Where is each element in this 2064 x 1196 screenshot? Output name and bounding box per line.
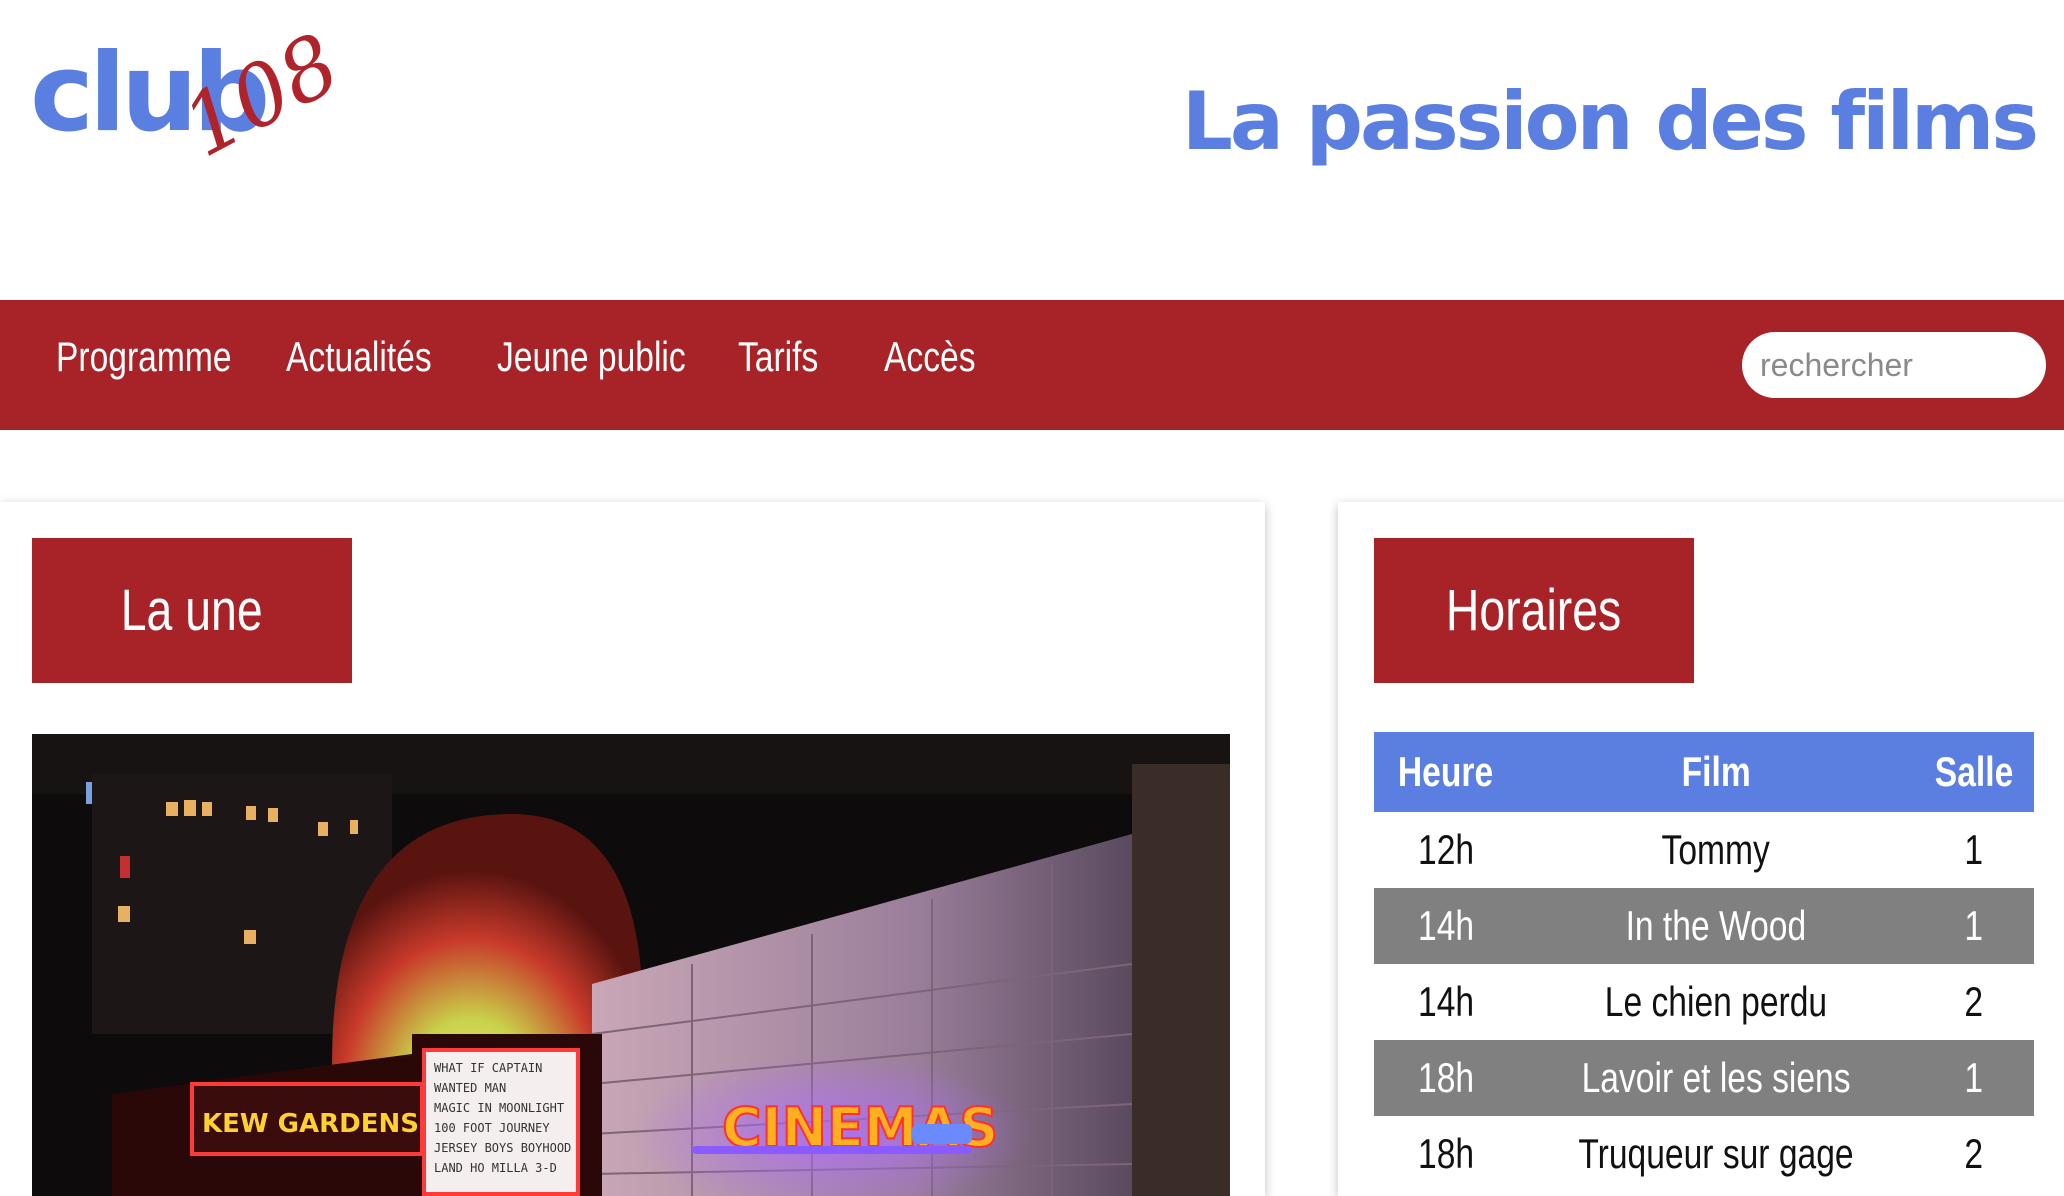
nav-item-actualites[interactable]: Actualités — [286, 336, 432, 378]
svg-text:JERSEY BOYS BOYHOOD: JERSEY BOYS BOYHOOD — [434, 1141, 571, 1155]
column-header-salle: Salle — [1914, 732, 2034, 812]
cell-film: Truqueur sur gage — [1518, 1116, 1914, 1192]
site-tagline: La passion des films — [1181, 75, 2039, 168]
column-header-film: Film — [1518, 732, 1914, 812]
svg-text:WHAT IF CAPTAIN: WHAT IF CAPTAIN — [434, 1061, 542, 1075]
schedule-header-row: Heure Film Salle — [1374, 732, 2034, 812]
cell-room: 1 — [1914, 888, 2034, 964]
featured-title: La une — [121, 578, 263, 643]
table-row[interactable]: 18h Truqueur sur gage 2 — [1374, 1116, 2034, 1192]
cinema-photo: KEW GARDENS CINEMAS WHAT IF CAPTAIN WANT… — [32, 734, 1230, 1196]
cell-film: Tommy — [1518, 812, 1914, 888]
featured-title-box: La une — [32, 538, 352, 683]
cell-time: 18h — [1374, 1116, 1518, 1192]
schedule-table: Heure Film Salle 12h Tommy 1 14h In the … — [1374, 732, 2034, 1192]
table-row[interactable]: 14h In the Wood 1 — [1374, 888, 2034, 964]
table-row[interactable]: 12h Tommy 1 — [1374, 812, 2034, 888]
cell-film: Le chien perdu — [1518, 964, 1914, 1040]
cell-time: 14h — [1374, 888, 1518, 964]
cell-room: 1 — [1914, 812, 2034, 888]
nav-item-jeune-public[interactable]: Jeune public — [497, 336, 686, 378]
cell-room: 2 — [1914, 1116, 2034, 1192]
schedule-title-box: Horaires — [1374, 538, 1694, 683]
schedule-card: Horaires Heure Film Salle 12h Tommy 1 14… — [1338, 502, 2064, 1196]
nav-item-acces[interactable]: Accès — [884, 336, 976, 378]
featured-card: La une KEW GARDENS CINEMAS WHAT IF CAPTA… — [0, 502, 1265, 1196]
cell-film: In the Wood — [1518, 888, 1914, 964]
site-header: club 108 La passion des films — [0, 0, 2064, 300]
cell-film: Lavoir et les siens — [1518, 1040, 1914, 1116]
site-logo[interactable]: club 108 — [30, 14, 355, 200]
main-navigation: Programme Actualités Jeune public Tarifs… — [0, 300, 2064, 430]
nav-item-tarifs[interactable]: Tarifs — [738, 336, 818, 378]
column-header-heure: Heure — [1374, 732, 1518, 812]
svg-text:MAGIC IN MOONLIGHT: MAGIC IN MOONLIGHT — [434, 1101, 564, 1115]
cell-room: 2 — [1914, 964, 2034, 1040]
cell-time: 14h — [1374, 964, 1518, 1040]
featured-image[interactable]: KEW GARDENS CINEMAS WHAT IF CAPTAIN WANT… — [32, 734, 1230, 1196]
search-input[interactable] — [1742, 332, 2046, 398]
cell-time: 12h — [1374, 812, 1518, 888]
table-row[interactable]: 14h Le chien perdu 2 — [1374, 964, 2034, 1040]
svg-text:100 FOOT JOURNEY: 100 FOOT JOURNEY — [434, 1121, 550, 1135]
svg-text:WANTED MAN: WANTED MAN — [434, 1081, 506, 1095]
svg-text:LAND HO MILLA 3-D: LAND HO MILLA 3-D — [434, 1161, 557, 1175]
cell-room: 1 — [1914, 1040, 2034, 1116]
schedule-title: Horaires — [1446, 578, 1622, 643]
table-row[interactable]: 18h Lavoir et les siens 1 — [1374, 1040, 2034, 1116]
nav-item-programme[interactable]: Programme — [56, 336, 232, 378]
cell-time: 18h — [1374, 1040, 1518, 1116]
